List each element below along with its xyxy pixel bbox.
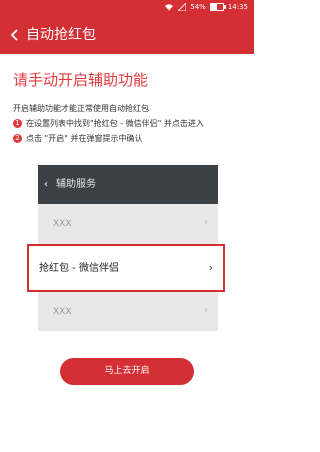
- wifi-icon: [165, 4, 174, 11]
- open-settings-button[interactable]: 马上去开启: [60, 358, 194, 385]
- step-number-badge: 1: [13, 119, 22, 128]
- service-label: 抢红包 - 微信伴侣: [39, 263, 119, 274]
- step-item-2: 2 点击 "开启" 并在弹窗提示中确认: [13, 133, 142, 144]
- clock: 14:35: [227, 3, 248, 11]
- signal-icon: [178, 3, 187, 11]
- app-bar-title: 自动抢红包: [26, 27, 96, 43]
- step-text: 点击 "开启" 并在弹窗提示中确认: [26, 134, 143, 143]
- illustration-header-title: 辅助服务: [56, 179, 96, 190]
- battery-percent: 54%: [190, 3, 206, 11]
- illustration-header: ‹ 辅助服务: [38, 165, 218, 204]
- placeholder-label: XXX: [53, 219, 72, 229]
- description-text: 开启辅助功能才能正常使用自动抢红包: [13, 104, 149, 113]
- chevron-right-icon: ›: [208, 261, 213, 274]
- status-icons: 54% 14:35: [164, 3, 248, 11]
- step-number-badge: 2: [13, 134, 22, 143]
- back-arrow-icon[interactable]: [9, 29, 21, 41]
- highlighted-service-row: 抢红包 - 微信伴侣 ›: [27, 244, 225, 292]
- page-headline: 请手动开启辅助功能: [13, 71, 149, 89]
- step-item-1: 1 在设置列表中找到"抢红包 - 微信伴侣" 并点击进入: [13, 118, 204, 129]
- illustration-row-placeholder-1: XXX ›: [38, 206, 218, 242]
- chevron-right-icon: ›: [204, 217, 208, 228]
- battery-icon: [209, 3, 226, 11]
- status-bar: 54% 14:35: [0, 0, 254, 16]
- step-text: 在设置列表中找到"抢红包 - 微信伴侣" 并点击进入: [26, 119, 204, 128]
- illustration-row-placeholder-2: XXX ›: [38, 294, 218, 330]
- chevron-left-icon: ‹: [44, 179, 48, 190]
- chevron-right-icon: ›: [204, 305, 208, 316]
- app-bar: 自动抢红包: [0, 16, 254, 54]
- placeholder-label: XXX: [53, 307, 72, 317]
